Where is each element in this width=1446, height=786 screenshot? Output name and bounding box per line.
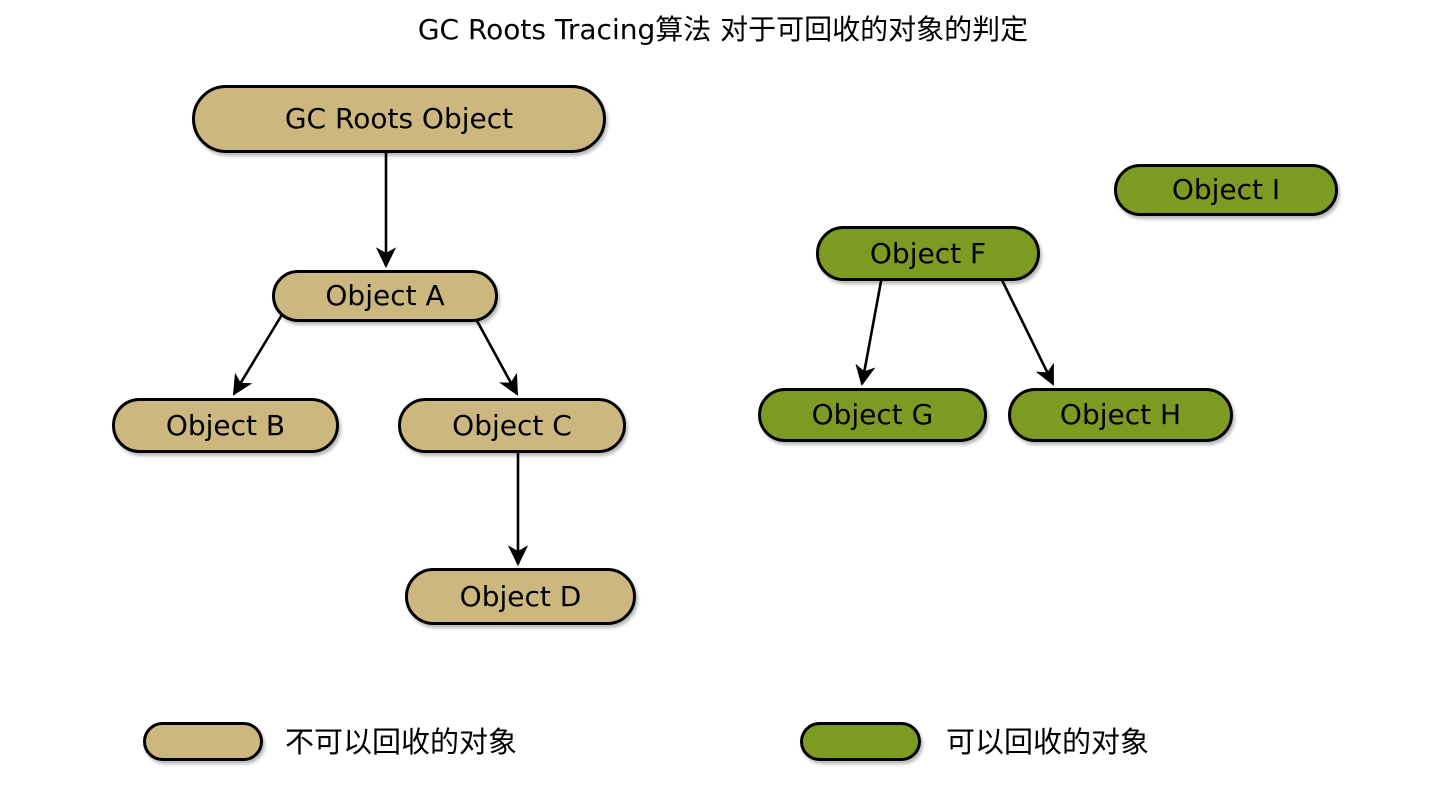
legend-reclaimable-swatch (800, 722, 921, 761)
node-label: Object H (1059, 398, 1182, 431)
page-title: GC Roots Tracing算法 对于可回收的对象的判定 (417, 13, 1029, 46)
node-label: Object D (459, 579, 582, 613)
node-label: Object I (1171, 173, 1281, 206)
edge-a-to-b (232, 307, 288, 396)
edge-f-to-g (855, 275, 884, 387)
edge-f-to-h (998, 275, 1055, 386)
node-object-h[interactable]: Object H (1008, 388, 1233, 442)
node-object-g[interactable]: Object G (758, 388, 987, 442)
diagram-canvas: GC Roots Tracing算法 对于可回收的对象的判定 GC Roots … (0, 0, 1446, 786)
node-label: Object G (811, 398, 934, 431)
node-object-i[interactable]: Object I (1114, 164, 1338, 216)
legend-reclaimable-label: 可以回收的对象 (946, 725, 1150, 759)
node-object-b[interactable]: Object B (112, 398, 339, 453)
node-object-c[interactable]: Object C (398, 398, 626, 453)
legend-unreclaimable-label: 不可以回收的对象 (285, 725, 518, 759)
node-object-a[interactable]: Object A (272, 270, 498, 322)
node-label: Object A (325, 279, 445, 312)
node-label: Object C (452, 408, 572, 442)
node-object-f[interactable]: Object F (816, 226, 1040, 281)
legend-unreclaimable-swatch (143, 722, 263, 761)
node-gc-roots-object[interactable]: GC Roots Object (192, 85, 606, 153)
node-label: GC Roots Object (284, 102, 514, 135)
node-object-d[interactable]: Object D (405, 568, 636, 625)
node-label: Object B (165, 408, 286, 442)
node-label: Object F (869, 236, 987, 270)
